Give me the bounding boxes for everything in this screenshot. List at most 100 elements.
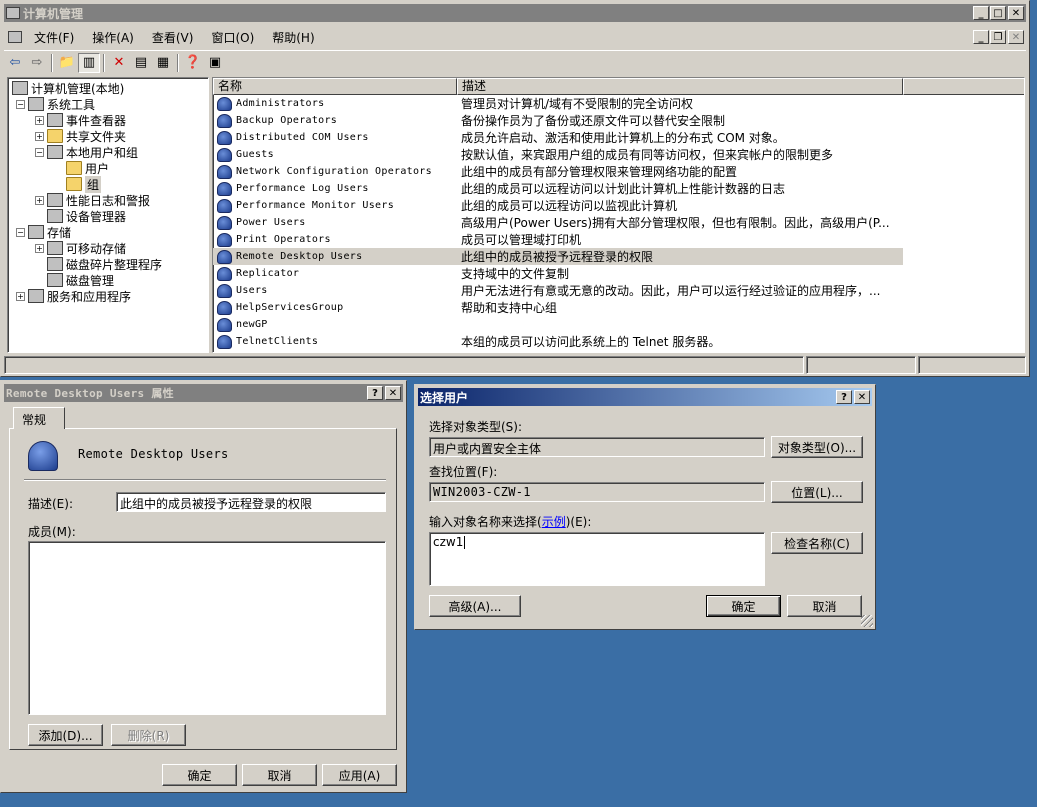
tree-node[interactable]: + 可移动存储 <box>35 240 126 256</box>
tree-node[interactable]: − 本地用户和组 <box>35 144 138 160</box>
tree-node[interactable]: − 系统工具 <box>16 96 95 112</box>
props-cancel-button[interactable]: 取消 <box>242 764 317 786</box>
tree-node[interactable]: + 性能日志和警报 <box>35 192 150 208</box>
tree-node[interactable]: 用户 <box>54 160 109 176</box>
list-item[interactable]: Performance Log Users 此组的成员可以远程访问以计划此计算机上… <box>213 180 785 197</box>
child-restore-button[interactable]: ❐ <box>990 30 1006 44</box>
console-pane-icon[interactable]: ▣ <box>204 53 226 73</box>
show-hide-tree-icon[interactable]: ▥ <box>78 52 100 73</box>
tree-node[interactable]: + 共享文件夹 <box>35 128 126 144</box>
tree-node[interactable]: 磁盘管理 <box>35 272 114 288</box>
members-list[interactable] <box>28 541 386 715</box>
properties-icon[interactable]: ▤ <box>130 53 152 73</box>
props-titlebar[interactable]: Remote Desktop Users 属性 ? ✕ <box>4 384 403 402</box>
list-item[interactable]: Network Configuration Operators 此组中的成员有部分… <box>213 163 737 180</box>
group-list[interactable]: 名称 描述 Administrators 管理员对计算机/域有不受限制的完全访问权… <box>212 77 1025 353</box>
collapse-icon[interactable]: − <box>16 99 25 109</box>
list-item[interactable]: Remote Desktop Users 此组中的成员被授予远程登录的权限 <box>213 248 903 265</box>
list-item[interactable]: Power Users 高级用户(Power Users)拥有大部分管理权限，但也… <box>213 214 890 231</box>
add-member-button[interactable]: 添加(D)... <box>28 724 103 746</box>
minimize-button[interactable]: _ <box>973 6 989 20</box>
group-name: Remote Desktop Users <box>236 251 363 262</box>
description-label: 描述(E): <box>28 497 73 511</box>
tree-node[interactable]: 组 <box>54 175 102 193</box>
list-item[interactable]: TelnetClients 本组的成员可以访问此系统上的 Telnet 服务器。 <box>213 333 720 350</box>
back-arrow-icon[interactable]: ⇦ <box>4 53 26 73</box>
tree-node[interactable]: + 服务和应用程序 <box>16 288 131 304</box>
status-bar <box>4 356 1026 374</box>
check-names-button[interactable]: 检查名称(C) <box>771 532 863 554</box>
forward-arrow-icon[interactable]: ⇨ <box>26 53 48 73</box>
tab-general[interactable]: 常规 <box>13 407 65 429</box>
column-header-empty[interactable] <box>903 78 1024 95</box>
group-description: 成员可以管理域打印机 <box>461 233 582 247</box>
list-item[interactable]: Print Operators 成员可以管理域打印机 <box>213 231 581 248</box>
menu-window[interactable]: 窗口(O) <box>202 29 263 46</box>
delete-icon[interactable]: ✕ <box>108 53 130 73</box>
help-icon[interactable]: ❓ <box>182 53 204 73</box>
group-icon <box>217 232 232 247</box>
column-header-description[interactable]: 描述 <box>457 78 903 95</box>
seluser-ok-button[interactable]: 确定 <box>706 595 781 617</box>
object-names-input[interactable]: czw1 <box>429 532 765 586</box>
expand-icon[interactable]: + <box>35 131 44 141</box>
tree-node[interactable]: 计算机管理(本地) <box>12 80 124 96</box>
menu-view[interactable]: 查看(V) <box>143 29 203 46</box>
collapse-icon[interactable]: − <box>35 147 44 157</box>
menu-help[interactable]: 帮助(H) <box>263 29 323 46</box>
child-minimize-button[interactable]: _ <box>973 30 989 44</box>
remove-member-button[interactable]: 删除(R) <box>111 724 186 746</box>
tree-node[interactable]: 设备管理器 <box>35 208 126 224</box>
status-segment <box>4 356 805 374</box>
child-close-button[interactable]: ✕ <box>1008 30 1024 44</box>
expand-icon[interactable]: + <box>35 195 44 205</box>
group-icon <box>217 113 232 128</box>
tree-node-label: 磁盘碎片整理程序 <box>66 257 163 272</box>
description-field[interactable]: 此组中的成员被授予远程登录的权限 <box>116 492 386 512</box>
props-ok-button[interactable]: 确定 <box>162 764 237 786</box>
maximize-button[interactable]: □ <box>990 6 1006 20</box>
menu-action[interactable]: 操作(A) <box>83 29 143 46</box>
props-close-button[interactable]: ✕ <box>385 386 401 400</box>
mmc-titlebar[interactable]: 计算机管理 _ □ ✕ <box>4 4 1026 22</box>
tree-node[interactable]: 磁盘碎片整理程序 <box>35 256 162 272</box>
seluser-titlebar[interactable]: 选择用户 ? ✕ <box>418 388 872 406</box>
group-icon <box>217 181 232 196</box>
tree-node[interactable]: − 存储 <box>16 224 71 240</box>
expand-icon[interactable]: + <box>16 291 25 301</box>
group-description: 本组的成员可以访问此系统上的 Telnet 服务器。 <box>461 335 721 349</box>
examples-link[interactable]: 示例 <box>542 515 566 529</box>
menu-file[interactable]: 文件(F) <box>25 29 83 46</box>
advanced-button[interactable]: 高级(A)... <box>429 595 521 617</box>
expand-icon[interactable]: + <box>35 243 44 253</box>
up-folder-icon[interactable]: 📁 <box>56 53 78 73</box>
resize-grip[interactable] <box>861 615 873 627</box>
list-item[interactable]: Replicator 支持域中的文件复制 <box>213 265 569 282</box>
close-button[interactable]: ✕ <box>1008 6 1024 20</box>
list-item[interactable]: HelpServicesGroup 帮助和支持中心组 <box>213 299 557 316</box>
list-item[interactable]: Administrators 管理员对计算机/域有不受限制的完全访问权 <box>213 95 693 112</box>
props-help-button[interactable]: ? <box>367 386 383 400</box>
group-icon <box>217 130 232 145</box>
props-apply-button[interactable]: 应用(A) <box>322 764 397 786</box>
list-item[interactable]: Performance Monitor Users 此组的成员可以远程访问以监视此… <box>213 197 677 214</box>
collapse-icon[interactable]: − <box>16 227 25 237</box>
column-header-name[interactable]: 名称 <box>213 78 457 95</box>
console-icon[interactable] <box>8 31 22 43</box>
seluser-cancel-button[interactable]: 取消 <box>787 595 862 617</box>
seluser-help-button[interactable]: ? <box>836 390 852 404</box>
list-item[interactable]: newGP <box>213 316 478 333</box>
tree-node[interactable]: + 事件查看器 <box>35 112 126 128</box>
group-description: 此组中的成员被授予远程登录的权限 <box>461 250 654 264</box>
console-tree[interactable]: 计算机管理(本地) − 系统工具 + 事件查看器 + 共享文件夹 − 本地用户和组 用户组 + 性能日… <box>7 77 209 353</box>
list-item[interactable]: Distributed COM Users 成员允许启动、激活和使用此计算机上的分… <box>213 129 785 146</box>
expand-icon[interactable]: + <box>35 115 44 125</box>
object-types-button[interactable]: 对象类型(O)... <box>771 436 863 458</box>
list-item[interactable]: Users 用户无法进行有意或无意的改动。因此，用户可以运行经过验证的应用程序，.… <box>213 282 880 299</box>
list-item[interactable]: Guests 按默认值，来宾跟用户组的成员有同等访问权，但来宾帐户的限制更多 <box>213 146 833 163</box>
device-manager-icon <box>47 209 63 223</box>
list-item[interactable]: Backup Operators 备份操作员为了备份或还原文件可以替代安全限制 <box>213 112 725 129</box>
locations-button[interactable]: 位置(L)... <box>771 481 863 503</box>
seluser-close-button[interactable]: ✕ <box>854 390 870 404</box>
export-list-icon[interactable]: ▦ <box>152 53 174 73</box>
